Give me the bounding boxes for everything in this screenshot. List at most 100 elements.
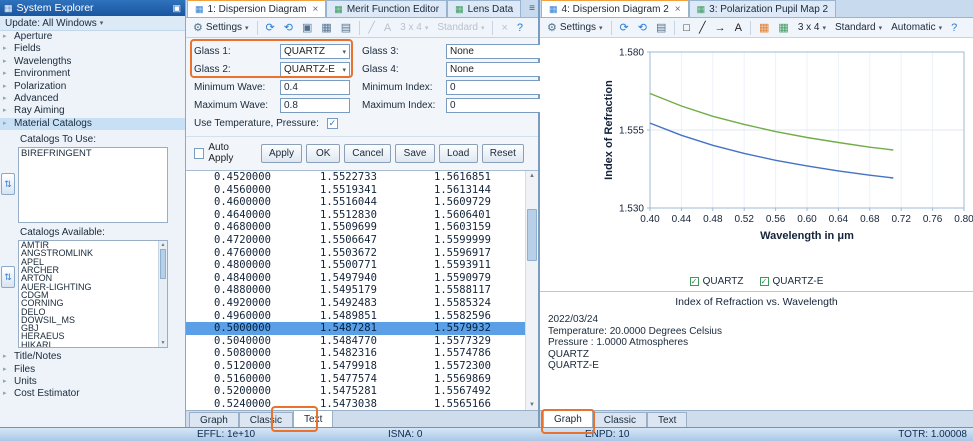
scroll-thumb[interactable] (527, 209, 537, 261)
scroll-down-icon[interactable]: ▼ (159, 340, 167, 346)
list-item[interactable]: DOWSIL_MS (19, 315, 167, 324)
annotation-text-button[interactable]: A (381, 21, 394, 35)
window-menu-icon[interactable]: ≡ (529, 3, 535, 14)
scroll-thumb[interactable] (160, 249, 166, 280)
tab-4-dispersion-diagram-2[interactable]: ▦ 4: Dispersion Diagram 2 × (541, 0, 689, 17)
tab-merit-function-editor[interactable]: ▦ Merit Function Editor (326, 0, 448, 17)
view-tab-graph[interactable]: Graph (189, 412, 239, 427)
maximum-wave-input[interactable] (280, 98, 350, 113)
use-temp-checkbox[interactable]: ✓ (326, 118, 338, 129)
reset-button[interactable]: Reset (481, 143, 524, 163)
cancel-button[interactable]: Cancel (344, 143, 392, 163)
table-row[interactable]: 0.4680000 1.5509699 1.5603159 (186, 221, 525, 234)
scroll-up-icon[interactable]: ▲ (526, 173, 538, 179)
color-palette-button[interactable]: ▦ (756, 20, 772, 35)
maximum-index-input[interactable] (446, 98, 550, 113)
view-tab-classic[interactable]: Classic (238, 412, 294, 427)
scroll-up-icon[interactable]: ▲ (159, 242, 167, 248)
table-row[interactable]: 0.5040000 1.5484770 1.5577329 (186, 335, 525, 348)
close-icon[interactable]: × (312, 4, 318, 15)
table-row[interactable]: 0.5080000 1.5482316 1.5574786 (186, 347, 525, 360)
table-row[interactable]: 0.4640000 1.5512830 1.5606401 (186, 209, 525, 222)
table-row[interactable]: 0.4800000 1.5500771 1.5593911 (186, 259, 525, 272)
sidebar-item-wavelengths[interactable]: ▸ Wavelengths (0, 56, 185, 68)
tab-lens-data[interactable]: ▦ Lens Data (447, 0, 522, 17)
table-scrollbar[interactable]: ▲ ▼ (525, 171, 538, 410)
sidebar-item-cost-estimator[interactable]: ▸ Cost Estimator (0, 388, 185, 400)
legend-item-quartz-e[interactable]: ✓ QUARTZ-E (759, 276, 823, 287)
color-palette2-button[interactable]: ▦ (775, 20, 791, 35)
print-button[interactable]: ▤ (653, 20, 669, 35)
apply-button[interactable]: Apply (260, 143, 303, 163)
move-catalog-button-2[interactable]: ⇅ (1, 266, 15, 289)
table-row[interactable]: 0.4560000 1.5519341 1.5613144 (186, 184, 525, 197)
update-mode-dropdown[interactable]: Update: All Windows ▾ (0, 16, 185, 31)
list-scrollbar[interactable]: ▲ ▼ (158, 241, 167, 348)
update-all-button[interactable]: ⟲ (635, 20, 650, 35)
aspect-dropdown[interactable]: Automatic ▾ (888, 21, 945, 34)
save-button[interactable]: Save (395, 143, 435, 163)
sidebar-item-material-catalogs[interactable]: ▸ Material Catalogs (0, 117, 185, 131)
view-tab-text[interactable]: Text (647, 412, 688, 427)
scroll-down-icon[interactable]: ▼ (526, 402, 538, 408)
scale-dropdown[interactable]: Standard ▾ (434, 21, 487, 34)
print-button[interactable]: ▤ (338, 20, 354, 35)
draw-text-button[interactable]: A (732, 21, 745, 35)
annotation-line-button[interactable]: ╱ (365, 20, 378, 35)
update-all-button[interactable]: ⟲ (281, 20, 296, 35)
list-item[interactable]: BIREFRINGENT (19, 148, 167, 159)
checkbox-icon[interactable]: ✓ (689, 276, 699, 286)
table-row[interactable]: 0.5120000 1.5479918 1.5572300 (186, 360, 525, 373)
settings-dropdown[interactable]: ⚙ Settings ▾ (544, 20, 606, 35)
table-row[interactable]: 0.4720000 1.5506647 1.5599999 (186, 234, 525, 247)
checkbox-icon[interactable]: ✓ (759, 276, 769, 286)
ok-button[interactable]: OK (306, 143, 341, 163)
catalogs-to-use-list[interactable]: BIREFRINGENT (18, 147, 168, 224)
minimum-wave-input[interactable] (280, 80, 350, 95)
view-tab-text[interactable]: Text (293, 410, 334, 427)
pin-icon[interactable]: ▣ (172, 3, 181, 14)
view-tab-graph[interactable]: Graph (543, 410, 593, 427)
legend-item-quartz[interactable]: ✓ QUARTZ (689, 276, 744, 287)
glass1-select[interactable]: QUARTZ ▾ (280, 44, 350, 59)
sidebar-item-files[interactable]: ▸ Files (0, 364, 185, 376)
glass3-select[interactable]: None▾ (446, 44, 550, 59)
scale-dropdown[interactable]: Standard ▾ (832, 21, 885, 34)
help-button[interactable]: ? (948, 21, 960, 35)
draw-rect-button[interactable]: □ (680, 21, 693, 35)
table-row[interactable]: 0.5160000 1.5477574 1.5569869 (186, 373, 525, 386)
settings-dropdown[interactable]: ⚙ Settings ▾ (190, 20, 252, 35)
close-icon[interactable]: × (675, 4, 681, 15)
sidebar-item-advanced[interactable]: ▸ Advanced (0, 93, 185, 105)
sidebar-item-fields[interactable]: ▸ Fields (0, 43, 185, 55)
table-row[interactable]: 0.4880000 1.5495179 1.5588117 (186, 284, 525, 297)
table-row[interactable]: 0.5200000 1.5475281 1.5567492 (186, 385, 525, 398)
load-button[interactable]: Load (438, 143, 478, 163)
sidebar-item-environment[interactable]: ▸ Environment (0, 68, 185, 80)
save-image-button[interactable]: ▦ (318, 20, 334, 35)
update-button[interactable]: ⟳ (617, 20, 632, 35)
tab-1-dispersion-diagram[interactable]: ▦ 1: Dispersion Diagram × (187, 0, 327, 17)
sidebar-item-units[interactable]: ▸ Units (0, 376, 185, 388)
sidebar-item-ray-aiming[interactable]: ▸ Ray Aiming (0, 105, 185, 117)
auto-apply-checkbox[interactable] (194, 147, 205, 159)
help-button[interactable]: ? (514, 21, 526, 35)
catalogs-available-list[interactable]: AMTIR ANGSTROMLINK APEL ARCHER ARTON AUER-LIG… (18, 240, 168, 349)
draw-arrow-button[interactable]: → (712, 21, 729, 35)
list-item[interactable]: HIKARI (19, 340, 167, 347)
move-catalog-button[interactable]: ⇅ (1, 173, 15, 196)
minimum-index-input[interactable] (446, 80, 550, 95)
table-row[interactable]: 0.4600000 1.5516044 1.5609729 (186, 196, 525, 209)
view-tab-classic[interactable]: Classic (592, 412, 648, 427)
copy-button[interactable]: ▣ (299, 20, 315, 35)
table-row[interactable]: 0.5000000 1.5487281 1.5579932 (186, 322, 525, 335)
sidebar-item-polarization[interactable]: ▸ Polarization (0, 81, 185, 93)
update-button[interactable]: ⟳ (263, 20, 278, 35)
glass4-select[interactable]: None▾ (446, 62, 550, 77)
close-plot-button[interactable]: × (498, 21, 510, 35)
grid-size-dropdown[interactable]: 3 x 4 ▾ (397, 21, 431, 34)
grid-size-dropdown[interactable]: 3 x 4 ▾ (795, 21, 829, 34)
table-row[interactable]: 0.4960000 1.5489851 1.5582596 (186, 310, 525, 323)
glass2-select[interactable]: QUARTZ-E ▾ (280, 62, 350, 77)
table-row[interactable]: 0.4760000 1.5503672 1.5596917 (186, 247, 525, 260)
